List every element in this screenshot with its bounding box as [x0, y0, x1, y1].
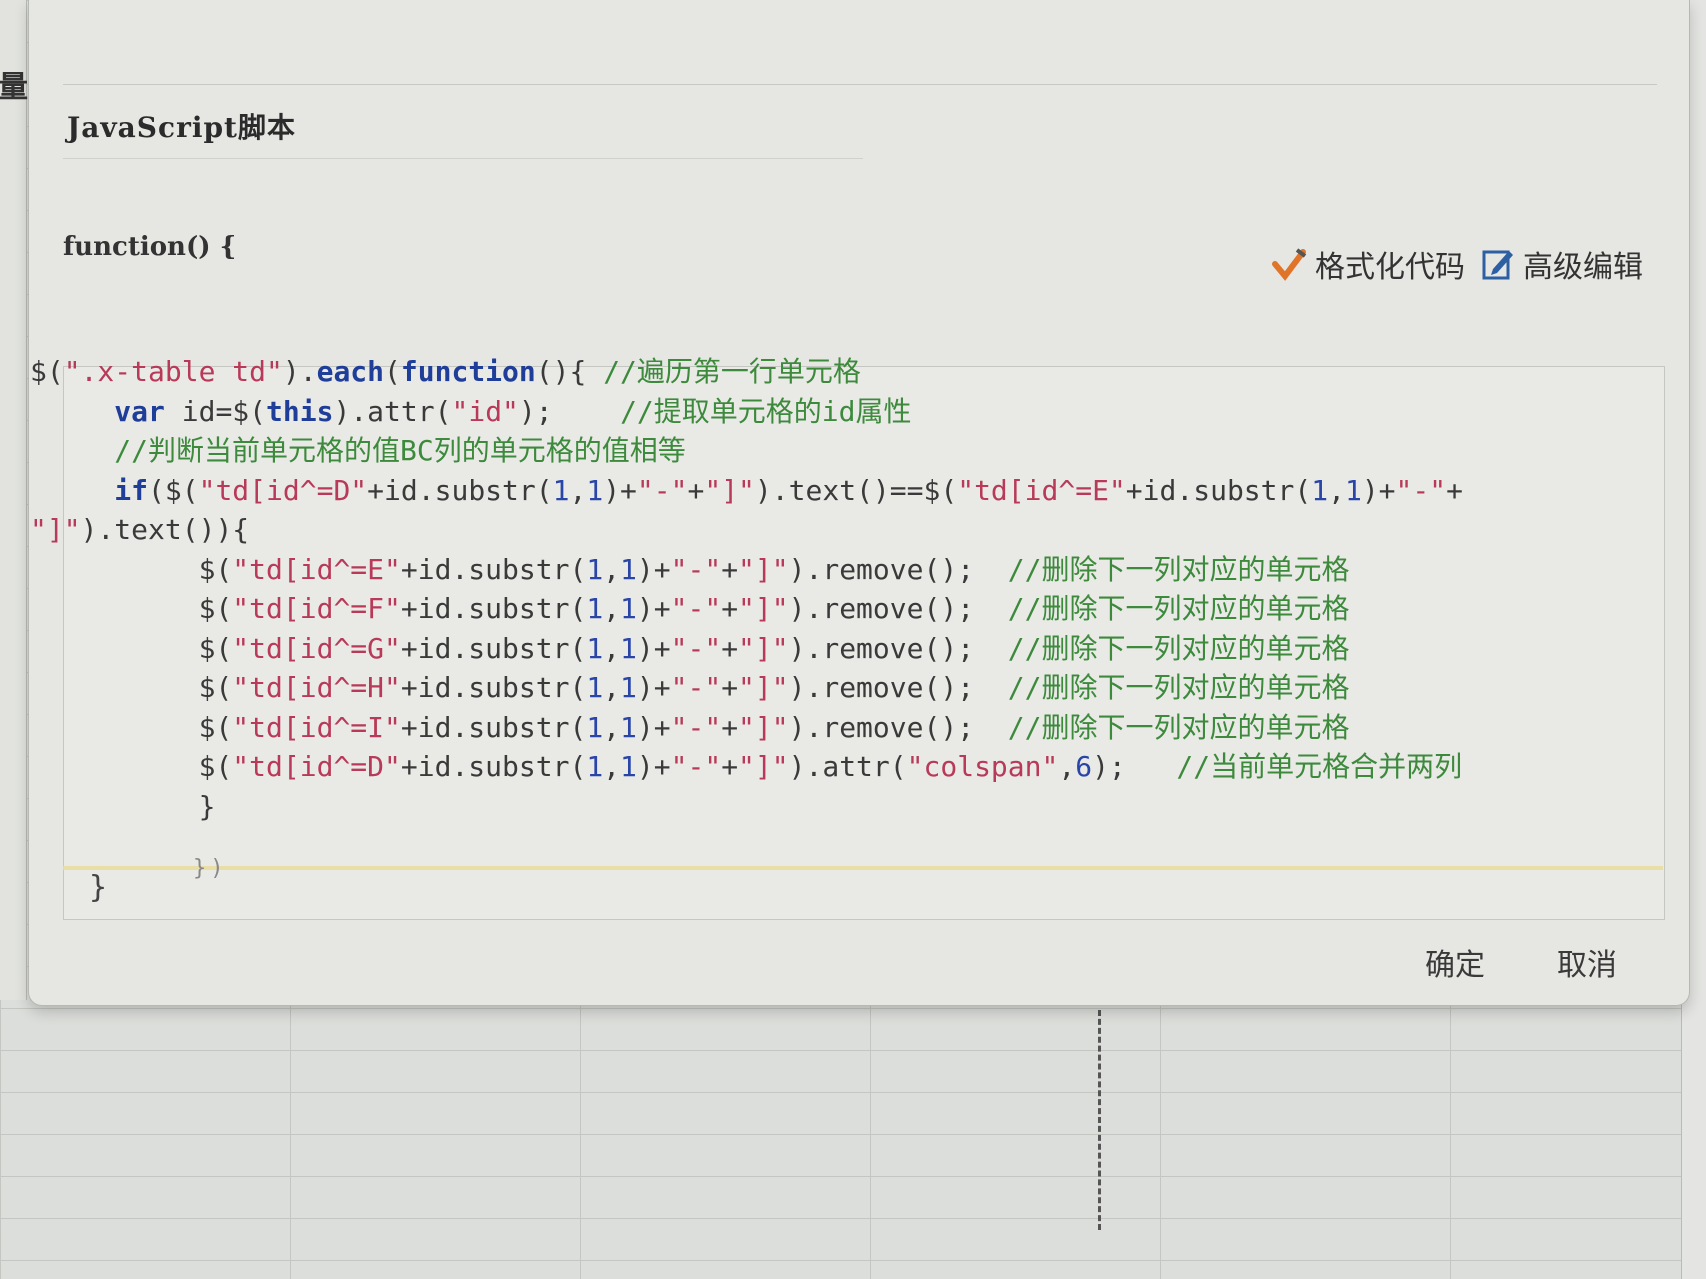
code-line: $("td[id^=G"+id.substr(1,1)+"-"+"]").rem… — [30, 631, 1350, 665]
advanced-edit-button[interactable]: 高级编辑 — [1481, 242, 1643, 286]
code-line: } — [30, 789, 216, 823]
advanced-edit-label: 高级编辑 — [1523, 250, 1643, 285]
code-line: $(".x-table td").each(function(){ //遍历第一… — [30, 355, 861, 388]
edit-icon — [1481, 247, 1515, 281]
code-line: $("td[id^=D"+id.substr(1,1)+"-"+"]").att… — [30, 750, 1463, 783]
dialog-header-band — [63, 0, 1657, 85]
code-line: "]").text()){ — [30, 513, 250, 546]
function-footer: } — [89, 870, 108, 905]
format-code-button[interactable]: 格式化代码 — [1271, 242, 1465, 286]
dialog-buttons: 确定 取消 — [1425, 940, 1617, 984]
format-code-label: 格式化代码 — [1315, 250, 1465, 285]
cancel-button[interactable]: 取消 — [1557, 940, 1617, 984]
confirm-button[interactable]: 确定 — [1425, 940, 1485, 984]
code-line: //判断当前单元格的值BC列的单元格的值相等 — [114, 434, 686, 467]
code-partial-line: }) — [193, 856, 228, 881]
code-content[interactable]: $(".x-table td").each(function(){ //遍历第一… — [30, 352, 1630, 826]
title-divider — [63, 158, 863, 159]
column-resize-guide — [1098, 1010, 1101, 1230]
editor-toolbar: 格式化代码 高级编辑 — [1271, 242, 1643, 286]
code-line: $("td[id^=I"+id.substr(1,1)+"-"+"]").rem… — [30, 710, 1350, 744]
current-line-highlight — [63, 866, 1663, 870]
code-line: $("td[id^=F"+id.substr(1,1)+"-"+"]").rem… — [30, 592, 1350, 625]
function-header: function() { — [63, 232, 237, 262]
left-panel-edge: 量 — [0, 0, 28, 1000]
code-line: if($("td[id^=D"+id.substr(1,1)+"-"+"]").… — [114, 473, 1463, 507]
brush-icon — [1271, 246, 1307, 282]
dialog-title: JavaScript脚本 — [67, 111, 296, 144]
code-line: var id=$(this).attr("id"); //提取单元格的id属性 — [114, 394, 912, 428]
code-line: $("td[id^=H"+id.substr(1,1)+"-"+"]").rem… — [30, 671, 1350, 704]
code-line: $("td[id^=E"+id.substr(1,1)+"-"+"]").rem… — [30, 552, 1350, 586]
left-panel-glyph: 量 — [0, 70, 28, 105]
